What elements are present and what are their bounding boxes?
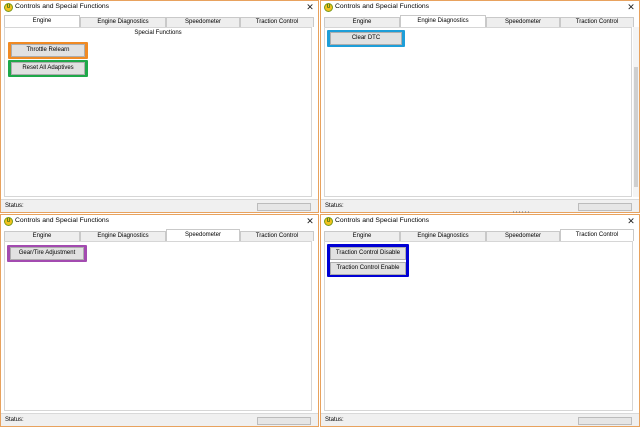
app-logo-icon: U [4,217,13,226]
traction-control-enable-button[interactable]: Traction Control Enable [330,262,406,275]
app-logo-icon: U [324,3,333,12]
title-bar[interactable]: U Controls and Special Functions ✕ [1,1,318,14]
tab-traction-control[interactable]: Traction Control [240,231,314,241]
reset-all-adaptives-button[interactable]: Reset All Adaptives [11,62,85,75]
title-bar[interactable]: U Controls and Special Functions ✕ [1,215,318,228]
window-title: Controls and Special Functions [335,3,430,10]
tab-strip: Engine Engine Diagnostics Speedometer Tr… [324,15,634,27]
scrollbar-thumb[interactable] [634,67,638,187]
status-label: Status: [325,203,344,209]
tab-strip: Engine Engine Diagnostics Speedometer Tr… [4,229,314,241]
tab-strip: Engine Engine Diagnostics Speedometer Tr… [4,15,314,27]
status-label: Status: [325,417,344,423]
window-speedometer: U Controls and Special Functions ✕ Engin… [0,214,319,427]
window-title: Controls and Special Functions [15,3,110,10]
tab-panel-speedometer: Gear/Tire Adjustment [4,241,312,411]
section-label: Special Functions [134,30,182,36]
window-title: Controls and Special Functions [15,217,110,224]
window-engine: U Controls and Special Functions ✕ Engin… [0,0,319,213]
status-progress-bar [257,417,311,425]
status-progress-bar [578,417,632,425]
tab-traction-control[interactable]: Traction Control [560,17,634,27]
throttle-relearn-button[interactable]: Throttle Relearn [11,44,85,57]
window-traction-control: U Controls and Special Functions ✕ Engin… [320,214,640,427]
tab-speedometer[interactable]: Speedometer [486,17,560,27]
tab-engine[interactable]: Engine [324,17,400,27]
status-bar: Status: [321,413,639,426]
tab-speedometer[interactable]: Speedometer [166,17,240,27]
status-progress-bar [578,203,632,211]
gear-tire-adjustment-button[interactable]: Gear/Tire Adjustment [10,247,84,260]
close-button[interactable]: ✕ [305,215,315,227]
status-label: Status: [5,203,24,209]
app-logo-icon: U [4,3,13,12]
tab-traction-control[interactable]: Traction Control [560,229,634,241]
title-bar[interactable]: U Controls and Special Functions ✕ [321,215,639,228]
vertical-scrollbar[interactable] [633,27,639,197]
tab-strip: Engine Engine Diagnostics Speedometer Tr… [324,229,634,241]
tab-engine-diagnostics[interactable]: Engine Diagnostics [400,15,486,27]
tab-traction-control[interactable]: Traction Control [240,17,314,27]
tab-engine-diagnostics[interactable]: Engine Diagnostics [80,17,166,27]
tab-panel-traction-control: Traction Control Disable Traction Contro… [324,241,633,411]
title-bar[interactable]: U Controls and Special Functions ✕ [321,1,639,14]
tab-panel-engine-diagnostics: Clear DTC [324,27,632,197]
status-bar: Status: [321,199,639,212]
status-label: Status: [5,417,24,423]
status-progress-bar [257,203,311,211]
tab-engine-diagnostics[interactable]: Engine Diagnostics [80,231,166,241]
window-engine-diagnostics: U Controls and Special Functions ✕ Engin… [320,0,640,213]
tab-speedometer[interactable]: Speedometer [486,231,560,241]
status-bar: Status: [1,199,318,212]
close-button[interactable]: ✕ [626,1,636,13]
resize-grip-icon[interactable] [512,211,530,213]
traction-control-disable-button[interactable]: Traction Control Disable [330,247,406,260]
status-bar: Status: [1,413,318,426]
tab-engine[interactable]: Engine [4,15,80,27]
tab-engine[interactable]: Engine [324,231,400,241]
tab-speedometer[interactable]: Speedometer [166,229,240,241]
window-title: Controls and Special Functions [335,217,430,224]
tab-engine-diagnostics[interactable]: Engine Diagnostics [400,231,486,241]
app-logo-icon: U [324,217,333,226]
close-button[interactable]: ✕ [626,215,636,227]
clear-dtc-button[interactable]: Clear DTC [330,32,402,45]
tab-panel-engine: Special Functions Throttle Relearn Reset… [4,27,312,197]
close-button[interactable]: ✕ [305,1,315,13]
tab-engine[interactable]: Engine [4,231,80,241]
